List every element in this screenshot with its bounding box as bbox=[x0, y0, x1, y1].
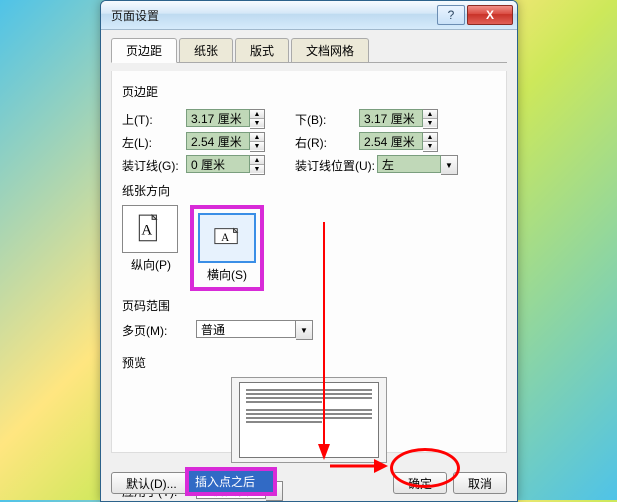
svg-text:A: A bbox=[221, 232, 229, 244]
landscape-option[interactable]: A bbox=[198, 213, 256, 263]
spin-down-icon[interactable]: ▼ bbox=[250, 165, 264, 173]
spin-down-icon[interactable]: ▼ bbox=[250, 142, 264, 150]
spin-down-icon[interactable]: ▼ bbox=[250, 119, 264, 127]
portrait-option[interactable]: A bbox=[122, 205, 178, 253]
top-label: 上(T): bbox=[122, 111, 186, 128]
close-button[interactable]: X bbox=[467, 5, 513, 25]
tab-layout[interactable]: 版式 bbox=[235, 38, 289, 62]
gutter-pos-combo[interactable]: ▼ bbox=[377, 155, 458, 175]
top-spinner[interactable]: ▲▼ bbox=[186, 109, 265, 129]
cancel-button[interactable]: 取消 bbox=[453, 472, 507, 494]
multipage-label: 多页(M): bbox=[122, 322, 196, 339]
titlebar[interactable]: 页面设置 ? X bbox=[101, 1, 517, 30]
preview-box bbox=[231, 377, 387, 463]
spin-up-icon[interactable]: ▲ bbox=[250, 156, 264, 165]
spin-down-icon[interactable]: ▼ bbox=[423, 119, 437, 127]
gutter-label: 装订线(G): bbox=[122, 157, 186, 174]
right-spinner[interactable]: ▲▼ bbox=[359, 132, 438, 152]
chevron-down-icon[interactable]: ▼ bbox=[296, 320, 313, 340]
svg-text:A: A bbox=[141, 222, 152, 238]
tab-paper[interactable]: 纸张 bbox=[179, 38, 233, 62]
left-input[interactable] bbox=[186, 132, 250, 150]
chevron-down-icon[interactable]: ▼ bbox=[441, 155, 458, 175]
multipage-combo[interactable]: ▼ bbox=[196, 320, 313, 340]
spin-up-icon[interactable]: ▲ bbox=[423, 110, 437, 119]
tab-grid[interactable]: 文档网格 bbox=[291, 38, 369, 62]
page-setup-dialog: 页面设置 ? X 页边距 纸张 版式 文档网格 页边距 上(T): ▲▼ bbox=[100, 0, 518, 502]
dropdown-option[interactable]: 插入点之后 bbox=[189, 471, 273, 492]
tab-content: 页边距 上(T): ▲▼ 左(L): ▲▼ bbox=[111, 71, 507, 453]
page-portrait-icon: A bbox=[136, 213, 164, 245]
gutter-input[interactable] bbox=[186, 155, 250, 173]
pages-section-label: 页码范围 bbox=[122, 297, 496, 314]
right-label: 右(R): bbox=[295, 134, 359, 151]
annotation-highlight: A 横向(S) bbox=[190, 205, 264, 291]
default-button[interactable]: 默认(D)... bbox=[111, 472, 192, 494]
top-input[interactable] bbox=[186, 109, 250, 127]
gutter-pos-input[interactable] bbox=[377, 155, 441, 173]
page-landscape-icon: A bbox=[213, 222, 241, 254]
spin-up-icon[interactable]: ▲ bbox=[423, 133, 437, 142]
gutter-pos-label: 装订线位置(U): bbox=[295, 157, 377, 174]
bottom-label: 下(B): bbox=[295, 111, 359, 128]
landscape-label: 横向(S) bbox=[207, 268, 247, 282]
tab-strip: 页边距 纸张 版式 文档网格 bbox=[111, 38, 507, 63]
gutter-spinner[interactable]: ▲▼ bbox=[186, 155, 265, 175]
bottom-spinner[interactable]: ▲▼ bbox=[359, 109, 438, 129]
spin-up-icon[interactable]: ▲ bbox=[250, 110, 264, 119]
spin-down-icon[interactable]: ▼ bbox=[423, 142, 437, 150]
left-label: 左(L): bbox=[122, 134, 186, 151]
right-input[interactable] bbox=[359, 132, 423, 150]
help-button[interactable]: ? bbox=[437, 5, 465, 25]
dialog-title: 页面设置 bbox=[111, 7, 435, 24]
ok-button[interactable]: 确定 bbox=[393, 472, 447, 494]
apply-to-dropdown-open: 插入点之后 bbox=[185, 467, 277, 496]
multipage-input[interactable] bbox=[196, 320, 296, 338]
bottom-input[interactable] bbox=[359, 109, 423, 127]
preview-section-label: 预览 bbox=[122, 354, 496, 371]
portrait-label: 纵向(P) bbox=[131, 258, 171, 272]
preview-page-icon bbox=[239, 382, 379, 458]
left-spinner[interactable]: ▲▼ bbox=[186, 132, 265, 152]
tab-margins[interactable]: 页边距 bbox=[111, 38, 177, 63]
margins-section-label: 页边距 bbox=[122, 83, 496, 100]
orientation-section-label: 纸张方向 bbox=[122, 182, 496, 199]
spin-up-icon[interactable]: ▲ bbox=[250, 133, 264, 142]
